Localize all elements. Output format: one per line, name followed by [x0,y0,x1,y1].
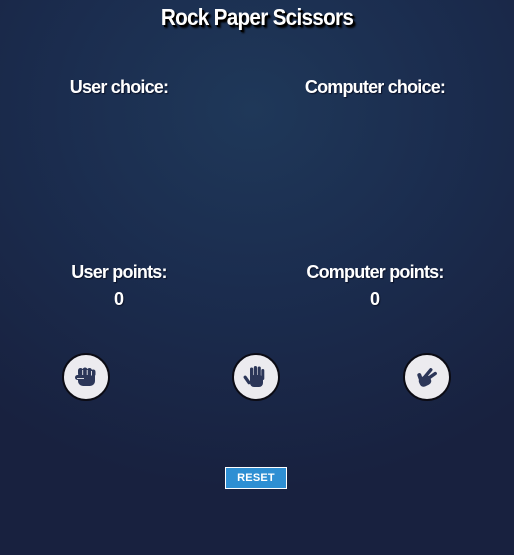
fist-icon [75,367,96,386]
user-points-value: 0 [113,289,124,309]
scissors-button[interactable] [403,353,451,401]
user-choice-label: User choice: [69,77,169,97]
user-points-label: User points: [71,262,167,282]
computer-points-label: Computer points: [306,262,444,282]
computer-choice-label: Computer choice: [304,77,446,97]
computer-points-value: 0 [369,289,380,309]
page-title: Rock Paper Scissors [160,4,354,30]
paper-button[interactable] [232,353,280,401]
victory-hand-icon [417,368,437,387]
reset-button[interactable]: RESET [225,467,287,489]
open-hand-icon [243,366,265,387]
rock-button[interactable] [62,353,110,401]
